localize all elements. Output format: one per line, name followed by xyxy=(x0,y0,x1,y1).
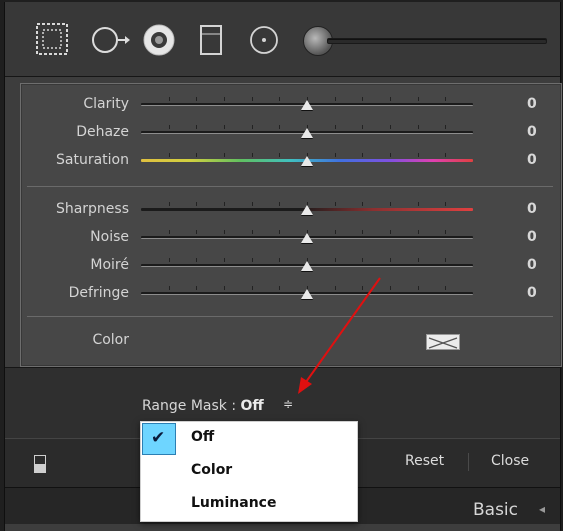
slider-row-moir: Moiré 0 xyxy=(21,255,561,275)
close-button[interactable]: Close xyxy=(491,453,529,469)
slider-row-clarity: Clarity 0 xyxy=(21,94,561,114)
collapse-arrow-icon[interactable]: ◂ xyxy=(539,502,545,516)
slider-label: Clarity xyxy=(83,96,129,112)
color-row: Color xyxy=(21,330,561,350)
slider-label: Noise xyxy=(90,229,129,245)
menu-item-off[interactable]: ✔ Off xyxy=(141,422,357,455)
radial-filter-icon[interactable] xyxy=(248,24,280,56)
menu-item-label: Luminance xyxy=(191,495,277,511)
slider-thumb[interactable] xyxy=(301,100,313,110)
basic-panel-title: Basic xyxy=(473,500,519,520)
slider-row-defringe: Defringe 0 xyxy=(21,283,561,303)
slider-value[interactable]: 0 xyxy=(527,96,537,112)
range-mask-stepper-icon[interactable]: ≑ xyxy=(283,397,293,411)
slider-label: Saturation xyxy=(56,152,129,168)
menu-item-label: Color xyxy=(191,462,233,478)
slider-thumb[interactable] xyxy=(301,261,313,271)
slider-label: Defringe xyxy=(68,285,129,301)
section-divider xyxy=(27,316,553,317)
slider-thumb[interactable] xyxy=(301,156,313,166)
slider-row-sharpness: Sharpness 0 xyxy=(21,199,561,219)
color-label: Color xyxy=(92,332,129,348)
slider-thumb[interactable] xyxy=(301,205,313,215)
range-mask-dropdown: ✔ Off Color Luminance xyxy=(140,421,358,522)
graduated-filter-icon[interactable] xyxy=(35,22,69,56)
red-eye-icon[interactable] xyxy=(142,23,176,57)
crop-icon[interactable] xyxy=(198,24,224,56)
app-frame: Clarity 0 Dehaze 0 Saturation 0 Sharpness 0 Nois… xyxy=(0,0,563,531)
slider-label: Dehaze xyxy=(76,124,129,140)
checkmark-icon: ✔ xyxy=(151,428,166,448)
range-mask-control[interactable]: Range Mask : Off xyxy=(142,398,264,414)
brush-size-slider[interactable] xyxy=(327,38,547,44)
slider-thumb[interactable] xyxy=(301,233,313,243)
slider-value[interactable]: 0 xyxy=(527,201,537,217)
menu-item-label: Off xyxy=(191,429,215,445)
button-separator xyxy=(468,453,469,471)
color-swatch[interactable] xyxy=(426,334,460,350)
tool-strip xyxy=(5,2,560,77)
spot-removal-icon[interactable] xyxy=(91,24,131,56)
slider-value[interactable]: 0 xyxy=(527,124,537,140)
slider-value[interactable]: 0 xyxy=(527,257,537,273)
detail-panel: Clarity 0 Dehaze 0 Saturation 0 Sharpness 0 Nois… xyxy=(20,83,562,367)
slider-value[interactable]: 0 xyxy=(527,152,537,168)
slider-label: Moiré xyxy=(90,257,129,273)
range-mask-value: Off xyxy=(240,398,264,414)
slider-row-noise: Noise 0 xyxy=(21,227,561,247)
color-swatch-cross-icon xyxy=(428,337,458,349)
slider-value[interactable]: 0 xyxy=(527,229,537,245)
slider-row-dehaze: Dehaze 0 xyxy=(21,122,561,142)
menu-item-color[interactable]: Color xyxy=(141,455,357,486)
slider-row-saturation: Saturation 0 xyxy=(21,150,561,170)
reset-button[interactable]: Reset xyxy=(405,453,444,469)
mask-toggle-switch[interactable] xyxy=(34,455,46,473)
range-mask-label: Range Mask : xyxy=(142,398,237,414)
section-divider xyxy=(27,186,553,187)
slider-label: Sharpness xyxy=(55,201,129,217)
slider-thumb[interactable] xyxy=(301,128,313,138)
slider-thumb[interactable] xyxy=(301,289,313,299)
checkmark-highlight: ✔ xyxy=(142,423,176,455)
slider-value[interactable]: 0 xyxy=(527,285,537,301)
menu-item-luminance[interactable]: Luminance xyxy=(141,488,357,519)
